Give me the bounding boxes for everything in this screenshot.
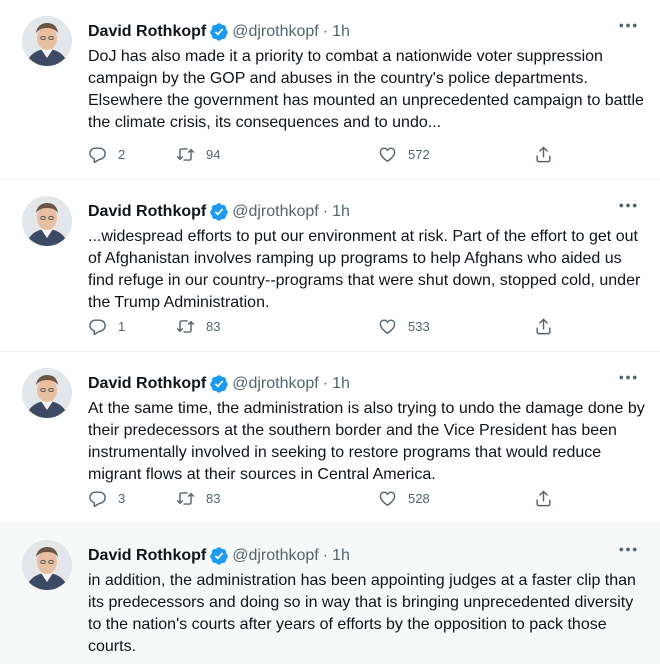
reply-count: 3 [118,490,126,506]
avatar[interactable] [22,196,72,246]
timestamp[interactable]: 1h [332,547,350,565]
retweet-count: 83 [206,490,221,506]
more-icon[interactable] [614,16,642,34]
author-handle[interactable]: @djrothkopf [232,547,319,565]
author-name[interactable]: David Rothkopf [88,375,206,393]
like-button[interactable]: 533 [378,316,430,336]
reply-button[interactable]: 2 [88,144,125,164]
share-button[interactable] [534,144,553,164]
avatar[interactable] [22,368,72,418]
tweet-text: DoJ has also made it a priority to comba… [88,48,644,131]
reply-icon [89,146,106,163]
more-icon[interactable] [614,368,642,386]
like-icon [379,146,396,162]
reply-icon [89,490,106,507]
reply-icon [89,318,106,335]
like-icon [379,490,396,506]
avatar[interactable] [22,540,72,590]
separator: · [322,547,329,564]
timestamp[interactable]: 1h [332,203,350,221]
tweet-header: David Rothkopf @djrothkopf · 1h [88,544,350,568]
retweet-count: 94 [206,146,221,162]
reply-button[interactable]: 1 [88,316,125,336]
retweet-icon [176,319,195,333]
separator: · [322,375,329,392]
tweet[interactable]: David Rothkopf @djrothkopf · 1h DoJ has … [0,0,660,180]
timeline-feed: David Rothkopf @djrothkopf · 1h DoJ has … [0,0,660,664]
timestamp[interactable]: 1h [332,23,350,41]
verified-badge-icon [210,203,228,221]
tweet[interactable]: David Rothkopf @djrothkopf · 1h ...wides… [0,180,660,352]
verified-badge-icon [210,375,228,393]
like-count: 572 [408,146,430,162]
timestamp[interactable]: 1h [332,375,350,393]
like-count: 533 [408,318,430,334]
tweet-header: David Rothkopf @djrothkopf · 1h [88,20,350,44]
tweet-text: At the same time, the administration is … [88,400,645,483]
reply-count: 2 [118,146,126,162]
tweet[interactable]: David Rothkopf @djrothkopf · 1h At the s… [0,352,660,524]
author-handle[interactable]: @djrothkopf [232,375,319,393]
like-icon [379,318,396,334]
tweet-actions: 3 83 528 [88,488,558,508]
reply-button[interactable]: 3 [88,488,125,508]
retweet-button[interactable]: 83 [176,488,220,508]
retweet-icon [176,491,195,505]
tweet[interactable]: David Rothkopf @djrothkopf · 1h in addit… [0,524,660,664]
more-icon[interactable] [614,196,642,214]
share-icon [536,490,551,506]
retweet-count: 83 [206,318,221,334]
author-name[interactable]: David Rothkopf [88,547,206,565]
tweet-actions: 2 94 572 [88,144,558,164]
like-count: 528 [408,490,430,506]
share-icon [536,318,551,334]
separator: · [322,23,329,40]
tweet-text: in addition, the administration has been… [88,572,636,655]
share-button[interactable] [534,316,553,336]
author-handle[interactable]: @djrothkopf [232,23,319,41]
share-icon [536,146,551,162]
tweet-header: David Rothkopf @djrothkopf · 1h [88,200,350,224]
more-icon[interactable] [614,540,642,558]
author-handle[interactable]: @djrothkopf [232,203,319,221]
reply-count: 1 [118,318,126,334]
verified-badge-icon [210,547,228,565]
like-button[interactable]: 572 [378,144,430,164]
verified-badge-icon [210,23,228,41]
avatar[interactable] [22,16,72,66]
tweet-header: David Rothkopf @djrothkopf · 1h [88,372,350,396]
author-name[interactable]: David Rothkopf [88,203,206,221]
retweet-button[interactable]: 94 [176,144,220,164]
tweet-text: ...widespread efforts to put our environ… [88,228,641,311]
like-button[interactable]: 528 [378,488,430,508]
share-button[interactable] [534,488,553,508]
retweet-button[interactable]: 83 [176,316,220,336]
separator: · [322,203,329,220]
author-name[interactable]: David Rothkopf [88,23,206,41]
retweet-icon [176,147,195,161]
tweet-actions: 1 83 533 [88,316,558,336]
